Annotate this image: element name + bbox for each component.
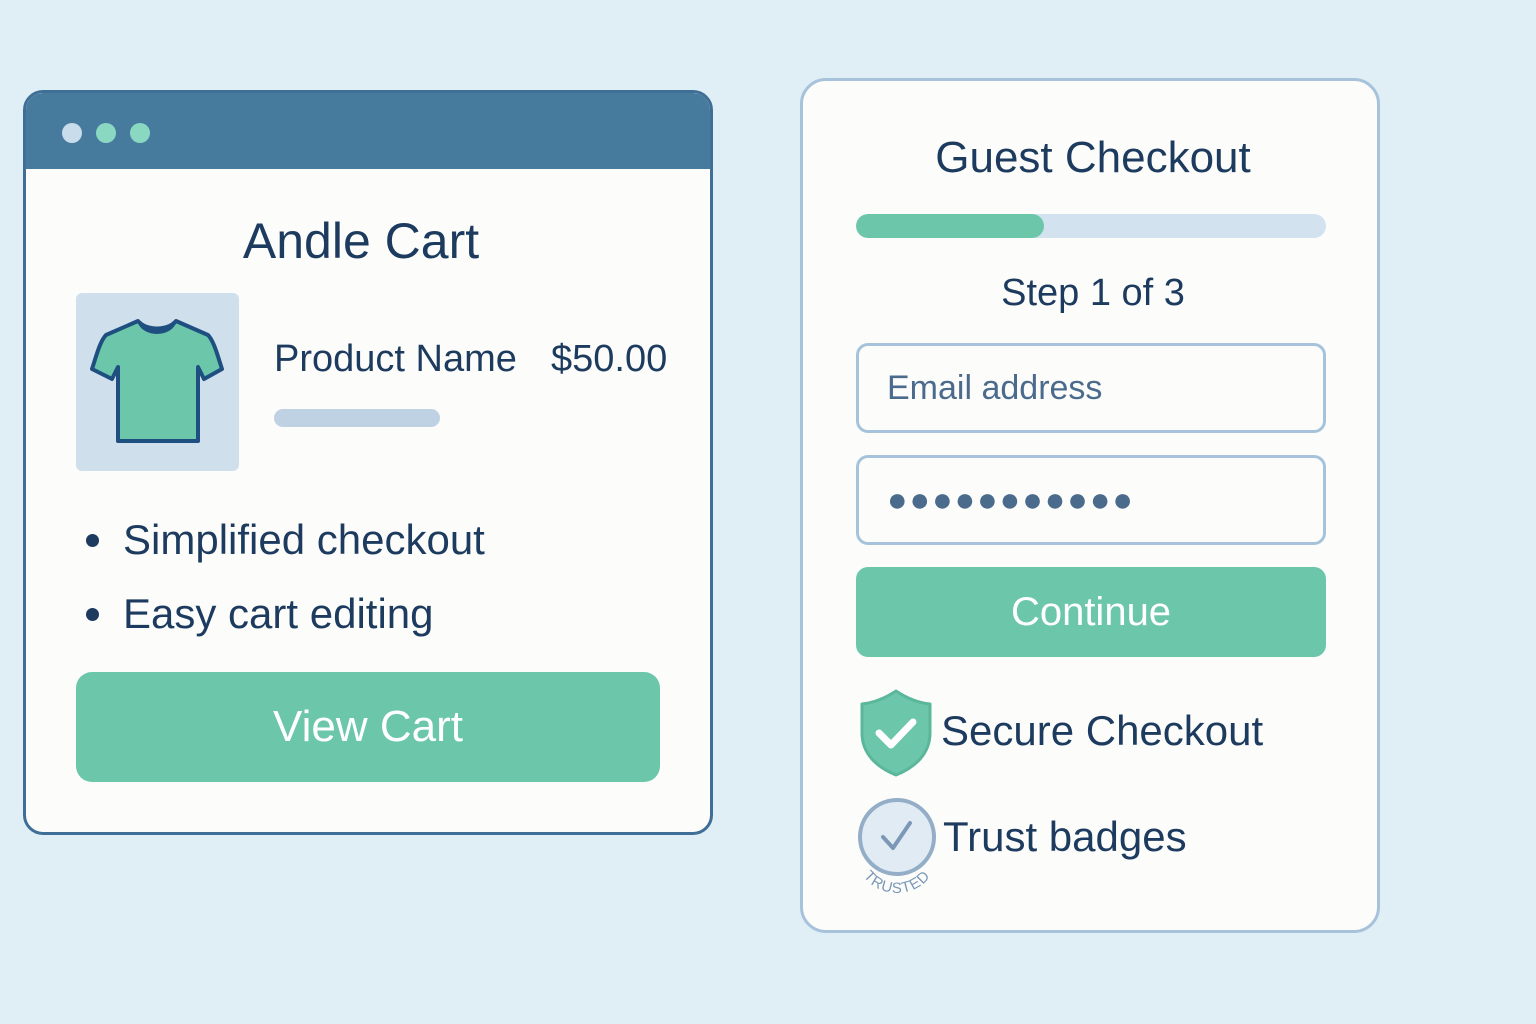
feature-label: Simplified checkout [123, 516, 485, 563]
window-dot-icon [130, 123, 150, 143]
product-image [76, 293, 239, 471]
continue-button[interactable]: Continue [856, 567, 1326, 657]
step-indicator: Step 1 of 3 [1001, 272, 1185, 314]
view-cart-button[interactable]: View Cart [76, 672, 660, 782]
feature-item: Easy cart editing [81, 577, 485, 651]
checkout-card: Guest Checkout Step 1 of 3 Continue Secu… [800, 78, 1380, 933]
product-price: $50.00 [551, 338, 668, 380]
feature-item: Simplified checkout [81, 503, 485, 577]
secure-checkout-label: Secure Checkout [941, 707, 1264, 754]
window-titlebar [26, 93, 710, 169]
feature-list: Simplified checkout Easy cart editing [81, 503, 485, 651]
product-description-placeholder [274, 409, 440, 427]
email-field[interactable] [856, 343, 1326, 433]
trusted-badge-icon: TRUSTED [858, 798, 936, 897]
window-dot-icon [96, 123, 116, 143]
password-field[interactable] [856, 455, 1326, 545]
cart-title: Andle Cart [242, 213, 480, 269]
progress-bar-fill [856, 214, 1044, 238]
progress-bar [856, 214, 1326, 238]
cart-window: Andle Cart Product Name $50.00 Simplifie… [23, 90, 713, 835]
product-name: Product Name [274, 338, 517, 380]
bullet-icon [86, 608, 99, 621]
checkout-title: Guest Checkout [935, 133, 1251, 182]
feature-label: Easy cart editing [123, 590, 434, 637]
window-dot-icon [62, 123, 82, 143]
shield-check-icon [860, 689, 932, 777]
bullet-icon [86, 534, 99, 547]
trust-badges-label: Trust badges [943, 813, 1187, 860]
t-shirt-icon [90, 319, 224, 443]
